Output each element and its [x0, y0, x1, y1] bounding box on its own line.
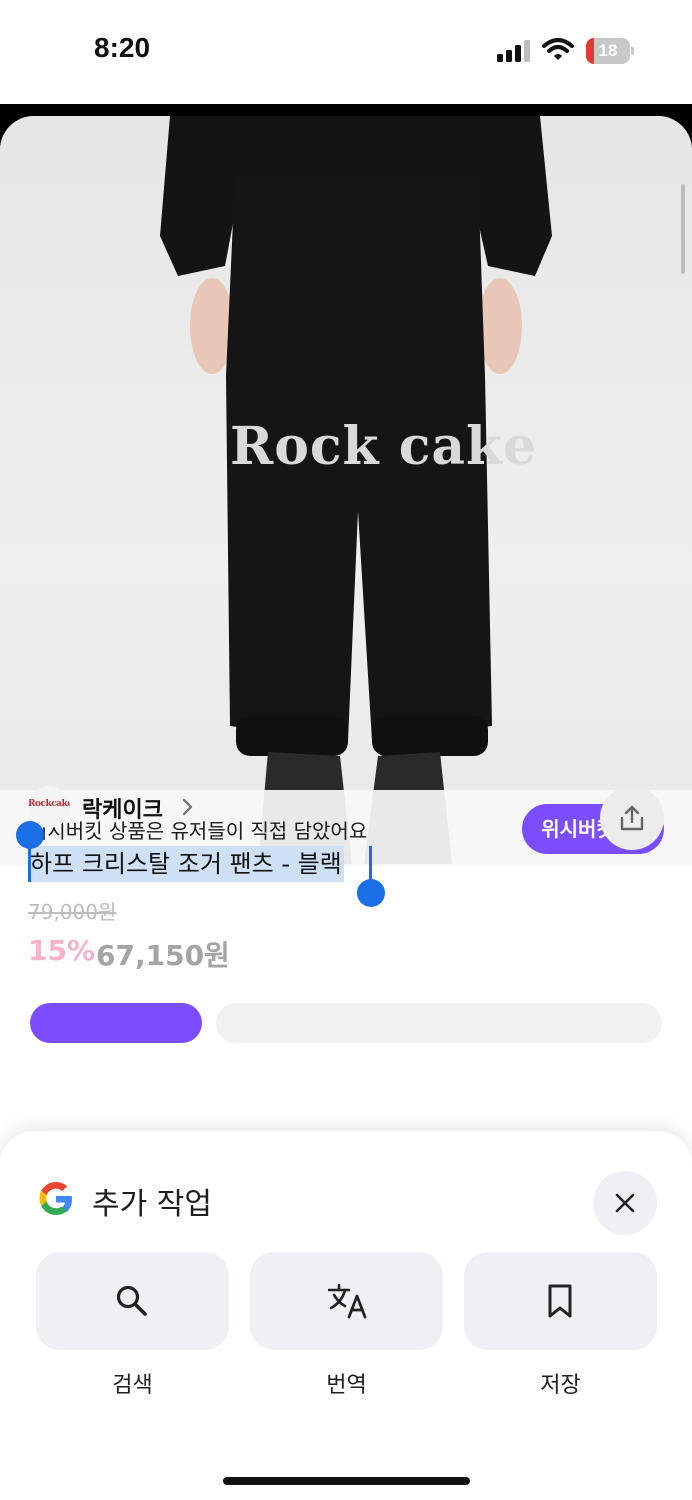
- bookmark-icon: [548, 1284, 572, 1318]
- product-photo-illustration: [160, 116, 552, 864]
- search-action-label: 검색: [112, 1373, 153, 1398]
- google-actions-sheet: 추가 작업 검색 번역 저장: [0, 1131, 692, 1500]
- battery-percent: 18: [598, 41, 618, 60]
- product-title-selection[interactable]: 하프 크리스탈 조거 팬츠 - 블랙: [28, 846, 344, 882]
- sale-price: 67,150원: [96, 939, 230, 972]
- brand-logo-text: Rockcake: [28, 799, 70, 809]
- product-image[interactable]: Rock cake: [0, 116, 692, 866]
- search-icon: [116, 1285, 147, 1316]
- translate-icon: [328, 1283, 367, 1319]
- selection-end-handle[interactable]: [357, 879, 385, 907]
- discount-rate: 15%: [28, 934, 96, 967]
- home-indicator[interactable]: [223, 1477, 470, 1485]
- brand-name-link[interactable]: 락케이크: [82, 792, 163, 824]
- product-image-text: Rock cake: [230, 416, 538, 477]
- wish-bucket-text: 위시버킷 상품은 유저들이 직접 담았어요: [29, 819, 368, 843]
- primary-action-button-peek[interactable]: [30, 1003, 202, 1043]
- save-action-label: 저장: [540, 1373, 581, 1398]
- search-action-button[interactable]: [36, 1252, 229, 1350]
- cellular-signal-icon: [497, 40, 530, 62]
- close-icon: [615, 1193, 635, 1213]
- chevron-right-icon[interactable]: [181, 797, 195, 817]
- selection-end-line: [369, 846, 372, 882]
- product-title[interactable]: 하프 크리스탈 조거 팬츠 - 블랙: [30, 846, 342, 882]
- secondary-action-button-peek[interactable]: [216, 1003, 662, 1043]
- translate-action-label: 번역: [326, 1373, 367, 1398]
- battery-icon: 18: [586, 38, 630, 64]
- google-logo-icon: [39, 1181, 72, 1215]
- translate-action-button[interactable]: [250, 1252, 443, 1350]
- wifi-icon: [542, 38, 574, 60]
- status-bar: 8:20 18: [0, 0, 692, 104]
- save-action-button[interactable]: [464, 1252, 657, 1350]
- sheet-title: 추가 작업: [92, 1187, 212, 1222]
- original-price: 79,000원: [28, 900, 117, 924]
- selection-start-handle[interactable]: [16, 821, 44, 849]
- status-time: 8:20: [94, 32, 151, 63]
- share-icon: [620, 805, 644, 831]
- close-button[interactable]: [593, 1171, 657, 1235]
- battery-indicator: 18: [586, 38, 634, 64]
- selection-start-line: [28, 846, 31, 882]
- share-button[interactable]: [600, 786, 664, 850]
- image-scrollbar[interactable]: [681, 184, 685, 274]
